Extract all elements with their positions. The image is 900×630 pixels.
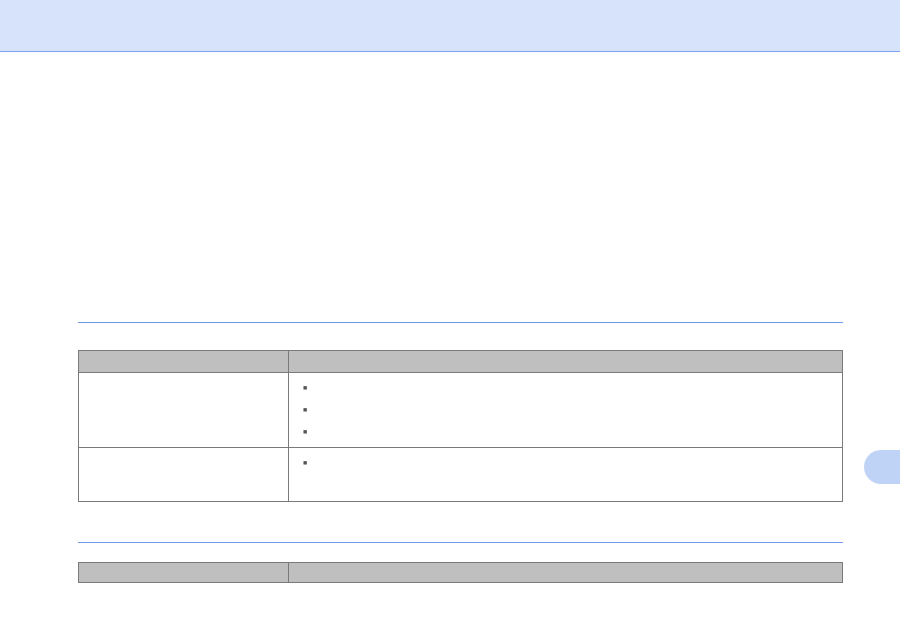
spec-table-1 (78, 350, 843, 502)
row-label (79, 373, 289, 448)
row-value (289, 373, 843, 448)
bullet-item (303, 452, 834, 474)
section-divider (78, 322, 843, 324)
bullet-item (303, 399, 834, 421)
bullet-item (303, 377, 834, 399)
table-header-col1 (79, 563, 289, 583)
section-divider (78, 542, 843, 544)
bullet-item (303, 421, 834, 443)
table-row (79, 373, 843, 448)
table-header-col1 (79, 351, 289, 373)
table-header-col2 (289, 351, 843, 373)
side-tab[interactable] (864, 450, 900, 484)
row-value (289, 448, 843, 502)
table-header-col2 (289, 563, 843, 583)
spec-table-2 (78, 562, 843, 583)
document-content (78, 52, 843, 583)
top-band (0, 0, 900, 52)
table-row (79, 448, 843, 502)
row-label (79, 448, 289, 502)
